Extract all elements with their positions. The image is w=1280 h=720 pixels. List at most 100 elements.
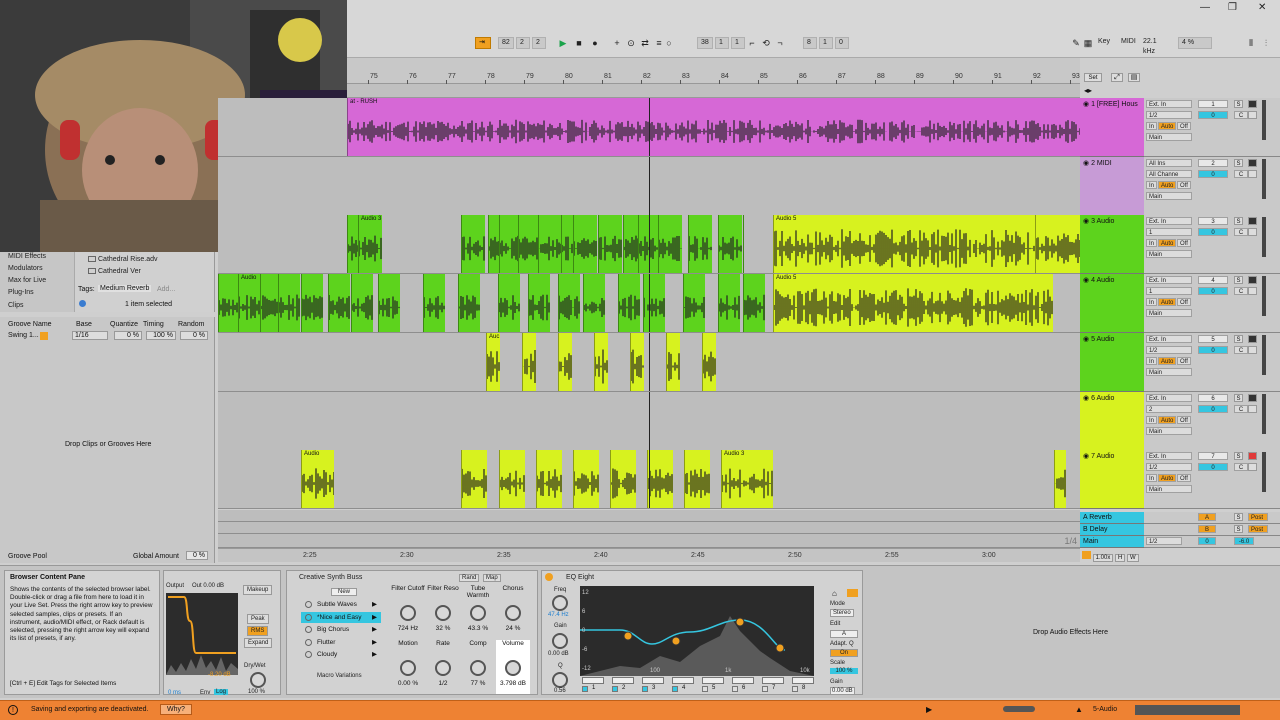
pan-field[interactable]: C [1234,111,1248,119]
macro-control[interactable]: Chorus 24 % [496,585,530,639]
arm-button[interactable] [1248,276,1257,284]
volume-field[interactable]: 0 [1198,405,1228,413]
eq-band-handle[interactable] [623,631,633,641]
device-on-icon[interactable] [545,573,553,581]
gain-knob[interactable] [552,633,568,649]
new-variation-button[interactable]: New [331,588,358,596]
groove-hot-swap-icon[interactable] [40,332,48,340]
audio-clip[interactable] [610,450,636,508]
band-on-icon[interactable] [582,686,588,692]
why-button[interactable]: Why? [160,704,192,715]
macro-control[interactable]: Tube Warmth 43.3 % [461,585,495,639]
track-number[interactable]: 3 [1198,217,1228,225]
adapt-q-button[interactable]: On [830,649,858,657]
input-type-select[interactable]: All Ins [1146,159,1192,167]
audio-clip[interactable] [522,333,536,391]
monitor-auto-button[interactable]: Auto [1158,122,1177,130]
global-amount-field[interactable]: 0 % [186,551,208,560]
category-modulators[interactable]: Modulators [8,265,43,272]
return-lane-b[interactable] [218,522,1080,534]
mute-icon[interactable] [1248,405,1257,413]
monitor-auto-button[interactable]: Auto [1158,181,1177,189]
peak-button[interactable]: Peak [247,614,269,624]
audio-clip[interactable] [461,215,485,273]
input-channel-select[interactable]: 2 [1146,405,1192,413]
eq-band-handle[interactable] [671,636,681,646]
height-button[interactable]: H [1115,554,1126,562]
track-lane[interactable]: Audio Audio 5 [218,274,1080,333]
follow-button[interactable]: ⇥ [475,37,491,49]
dry-wet-knob[interactable] [250,672,266,688]
category-clips[interactable]: Clips [8,302,24,309]
track-number[interactable]: 1 [1198,100,1228,108]
return-b-solo[interactable]: S [1234,525,1243,533]
solo-button[interactable]: S [1234,159,1243,167]
monitor-off-button[interactable]: Off [1177,474,1191,482]
filter-type-icon[interactable] [612,677,634,684]
track-lane[interactable]: Audio Audio 3 [218,450,1080,509]
file-cathedral-rise[interactable]: Cathedral Rise.adv [98,256,158,263]
audio-clip[interactable]: at - RUSH [347,98,1080,156]
pan-field[interactable]: C [1234,346,1248,354]
variation-play-icon[interactable]: ▶ [372,649,377,660]
output-select[interactable]: Main [1146,368,1192,376]
variation-play-icon[interactable]: ▶ [372,599,377,610]
beat-time-ruler[interactable]: 75 76 77 78 79 80 81 82 83 84 85 86 87 88 89 90 91 92 93 [347,58,1080,84]
variation-play-icon[interactable]: ▶ [372,624,377,635]
track-header[interactable]: ◉ 1 [FREE] Hous [1080,98,1144,157]
output-select[interactable]: Main [1146,427,1192,435]
macro-knob[interactable] [400,660,416,676]
eq-band-toggle[interactable]: 3 [640,677,666,693]
groove-base-select[interactable]: 1/16 [72,331,108,340]
monitor-auto-button[interactable]: Auto [1158,298,1177,306]
audio-clip[interactable] [351,274,373,332]
track-lane[interactable]: at - RUSH [218,98,1080,157]
track-header[interactable]: ◉ 4 Audio [1080,274,1144,333]
input-channel-select[interactable]: 1 [1146,287,1192,295]
audio-clip[interactable]: Audio [301,450,334,508]
main-lane[interactable]: 1/4 [218,534,1080,548]
macro-knob[interactable] [470,660,486,676]
category-max-for-live[interactable]: Max for Live [8,277,46,284]
reenable-automation-icon[interactable]: ⇄ [639,37,651,49]
variation-item[interactable]: *Nice and Easy ▶ [301,611,381,623]
return-a-send[interactable]: A [1198,513,1216,521]
filter-type-icon[interactable] [702,677,724,684]
lock-icon[interactable]: ▤ [1128,73,1140,82]
audio-clip[interactable] [718,215,742,273]
volume-field[interactable]: 0 [1198,463,1228,471]
scale-value[interactable]: 100 % [830,668,858,674]
audio-clip[interactable]: Audio 3 [721,450,773,508]
set-button[interactable]: Set [1084,73,1102,82]
macro-control[interactable]: Motion 0.00 % [391,640,425,694]
eq-band-toggle[interactable]: 7 [760,677,786,693]
monitor-off-button[interactable]: Off [1177,239,1191,247]
audio-clip[interactable] [666,333,680,391]
groove-row-name[interactable]: Swing 1... [8,332,39,339]
audio-clip[interactable] [461,450,487,508]
monitor-off-button[interactable]: Off [1177,181,1191,189]
grid-icon[interactable]: ⫶ [1260,37,1272,49]
return-a-post[interactable]: Post [1248,513,1268,521]
pan-field[interactable]: C [1234,463,1248,471]
freq-knob[interactable] [552,595,568,611]
track-header[interactable]: ◉ 5 Audio [1080,333,1144,392]
audio-clip[interactable] [558,333,572,391]
mute-icon[interactable] [1248,346,1257,354]
variation-play-icon[interactable]: ▶ [372,612,377,623]
nav-arrows-icon[interactable]: ◂▸ [1084,86,1092,95]
variation-item[interactable]: Subtle Waves ▶ [301,599,381,610]
fold-icon[interactable]: ◉ [1083,218,1091,225]
macro-control[interactable]: Filter Reso 32 % [426,585,460,639]
follow-icon[interactable] [1082,551,1091,559]
audio-clip[interactable] [594,333,608,391]
track-header[interactable]: ◉ 6 Audio [1080,392,1144,451]
track-lane[interactable]: Audio 3 Audio 5 [218,215,1080,274]
monitor-off-button[interactable]: Off [1177,357,1191,365]
file-cathedral-ver[interactable]: Cathedral Ver [98,268,141,275]
audio-clip[interactable]: Auc [486,333,500,391]
monitor-in-button[interactable]: In [1146,239,1158,247]
audio-clip[interactable] [218,274,240,332]
zoom-field[interactable]: 1.00x [1092,554,1114,562]
input-type-select[interactable]: Ext. In [1146,100,1192,108]
